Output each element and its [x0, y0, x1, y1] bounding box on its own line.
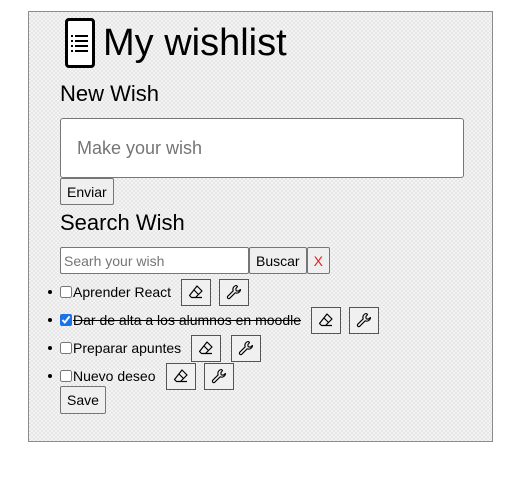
delete-wish-button[interactable]	[191, 334, 222, 362]
new-wish-heading: New Wish	[60, 81, 160, 106]
wrench-icon	[211, 368, 227, 384]
new-wish-input[interactable]	[60, 118, 464, 178]
list-icon	[65, 18, 95, 68]
wish-text: Aprender React	[73, 284, 172, 300]
search-wish-heading: Search Wish	[60, 210, 185, 235]
clear-search-button[interactable]: X	[306, 247, 330, 274]
wish-checkbox[interactable]	[60, 370, 72, 382]
delete-wish-button[interactable]	[165, 362, 196, 390]
wish-text: Nuevo deseo	[73, 368, 156, 384]
eraser-icon	[173, 368, 189, 384]
app-header: My wishlist	[65, 15, 287, 71]
wish-text: Preparar apuntes	[73, 340, 182, 356]
wish-text: Dar de alta a los alumnos en moodle	[73, 312, 302, 328]
bullet	[48, 346, 52, 350]
edit-wish-button[interactable]	[231, 334, 262, 362]
bullet	[48, 290, 52, 294]
eraser-icon	[198, 340, 214, 356]
wish-checkbox[interactable]	[60, 286, 72, 298]
search-bar: Buscar X	[60, 247, 330, 274]
wish-checkbox[interactable]	[60, 342, 72, 354]
wrench-icon	[226, 284, 242, 300]
edit-wish-button[interactable]	[219, 278, 250, 306]
wish-list-item: Dar de alta a los alumnos en moodle	[48, 306, 380, 334]
wish-list-item: Aprender React	[48, 278, 379, 306]
page-title: My wishlist	[103, 22, 287, 64]
wrench-icon	[356, 312, 372, 328]
eraser-icon	[318, 312, 334, 328]
wish-checkbox[interactable]	[60, 314, 72, 326]
bullet	[48, 318, 52, 322]
bullet	[48, 374, 52, 378]
search-input[interactable]	[60, 247, 249, 274]
wish-list-item: Preparar apuntes	[48, 334, 379, 362]
search-button[interactable]: Buscar	[249, 247, 307, 274]
wish-list: Aprender React Dar de alta a los alumnos…	[48, 278, 380, 390]
edit-wish-button[interactable]	[203, 362, 234, 390]
wrench-icon	[238, 340, 254, 356]
edit-wish-button[interactable]	[349, 306, 380, 334]
delete-wish-button[interactable]	[311, 306, 342, 334]
eraser-icon	[188, 284, 204, 300]
delete-wish-button[interactable]	[181, 278, 212, 306]
save-button[interactable]: Save	[60, 386, 106, 414]
send-button[interactable]: Enviar	[60, 178, 114, 205]
wishlist-panel: My wishlist New Wish Enviar Search Wish …	[28, 11, 493, 442]
